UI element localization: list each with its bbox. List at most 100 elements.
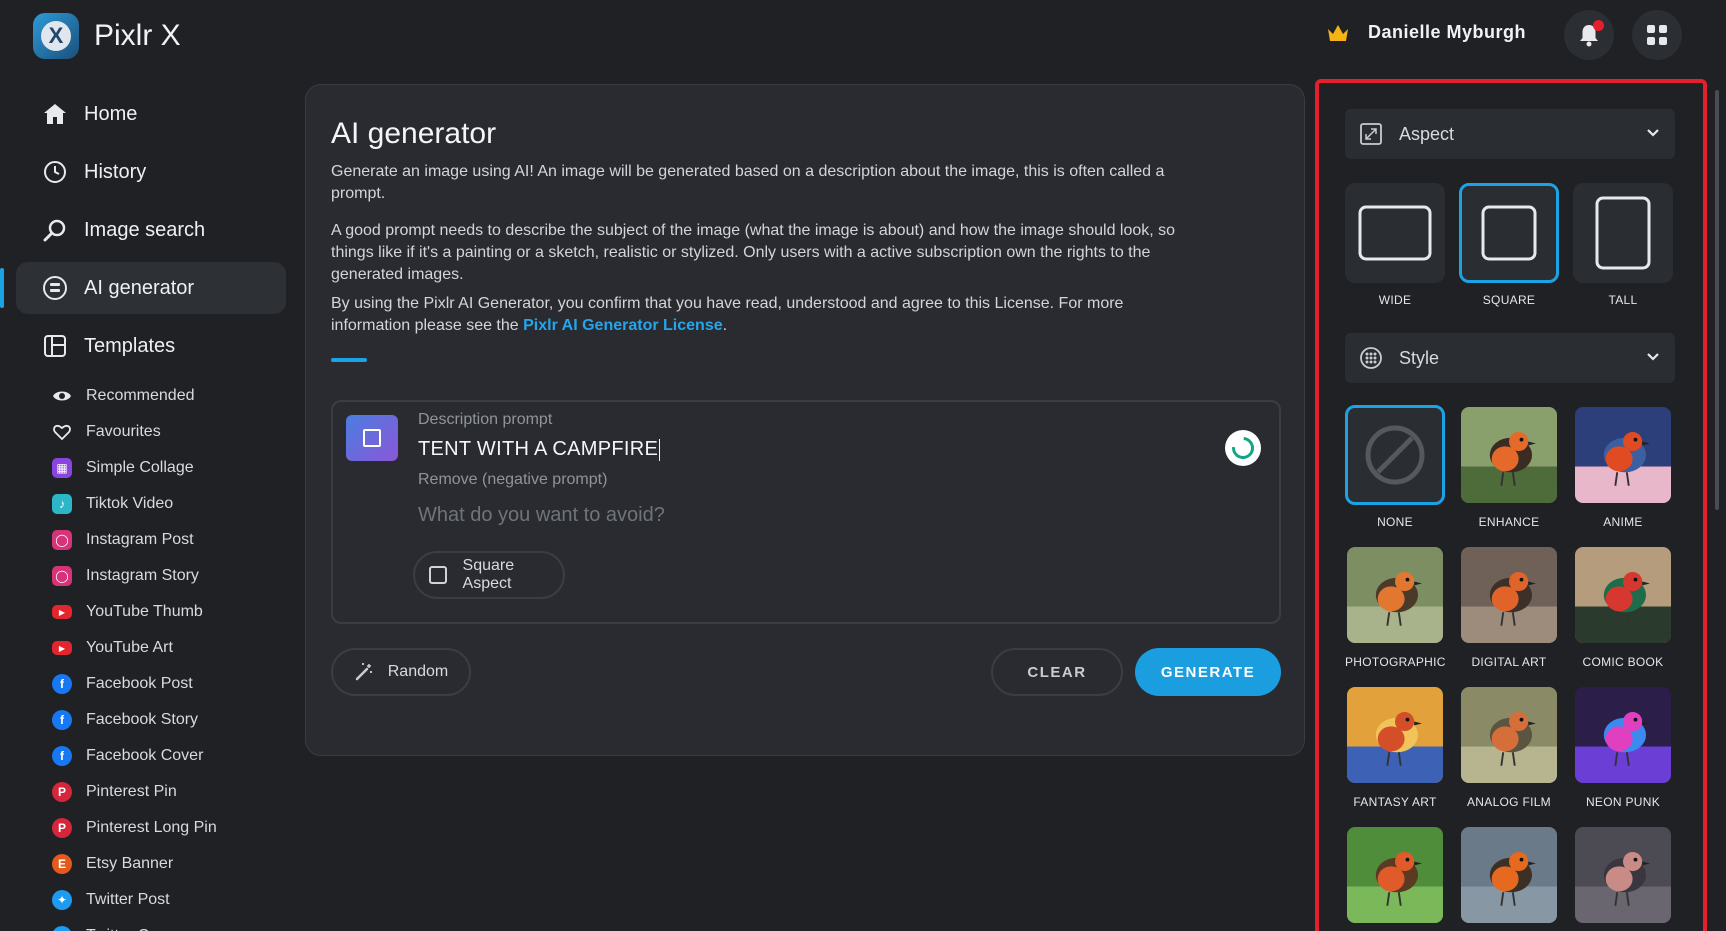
style-option[interactable] xyxy=(1345,825,1445,931)
home-icon xyxy=(42,101,68,127)
twitter-icon: ✦ xyxy=(52,890,72,910)
aspect-section-header[interactable]: Aspect xyxy=(1345,109,1675,159)
sidebar-item-label: AI generator xyxy=(84,276,195,299)
style-option[interactable]: ENHANCE xyxy=(1459,405,1559,531)
prompt-value: TENT WITH A CAMPFIRE xyxy=(418,438,659,460)
notifications-button[interactable] xyxy=(1564,10,1614,60)
template-item-label: Instagram Post xyxy=(86,531,194,548)
robin-thumbnail-image xyxy=(1459,545,1559,645)
negative-prompt-input[interactable] xyxy=(418,504,1118,527)
sidebar-item-home[interactable]: Home xyxy=(0,88,290,140)
template-item[interactable]: ◯ Instagram Post xyxy=(0,522,290,558)
prompt-thumbnail-icon[interactable] xyxy=(346,415,398,461)
facebook-icon: f xyxy=(52,710,72,730)
prompt-box: Description prompt TENT WITH A CAMPFIRE … xyxy=(331,400,1281,624)
template-item-label: Etsy Banner xyxy=(86,855,174,872)
random-label: Random xyxy=(387,663,449,680)
robin-thumbnail-image xyxy=(1573,685,1673,785)
sidebar-item-templates[interactable]: Templates xyxy=(0,320,290,372)
style-option[interactable]: DIGITAL ART xyxy=(1459,545,1559,671)
template-item-label: Pinterest Long Pin xyxy=(86,819,217,836)
style-option[interactable]: NONE xyxy=(1345,405,1445,531)
license-text: By using the Pixlr AI Generator, you con… xyxy=(331,293,1181,337)
random-button[interactable]: Random xyxy=(331,648,471,696)
style-option[interactable]: ANALOG FILM xyxy=(1459,685,1559,811)
style-option[interactable]: FANTASY ART xyxy=(1345,685,1445,811)
style-section-header[interactable]: Style xyxy=(1345,333,1675,383)
prompt-input[interactable]: TENT WITH A CAMPFIRE xyxy=(418,438,661,461)
sidebar-item-ai-generator[interactable]: AI generator xyxy=(0,262,286,314)
checkbox-icon[interactable] xyxy=(429,566,447,584)
style-label: ENHANCE xyxy=(1478,515,1540,529)
style-label: ANIME xyxy=(1603,515,1643,529)
user-account[interactable]: Danielle Myburgh xyxy=(1326,22,1526,43)
template-item[interactable]: P Pinterest Long Pin xyxy=(0,810,290,846)
template-item[interactable]: f Facebook Cover xyxy=(0,738,290,774)
aspect-option-wide[interactable]: WIDE xyxy=(1345,183,1445,307)
style-label: PHOTOGRAPHIC xyxy=(1345,655,1446,669)
style-option[interactable]: NEON PUNK xyxy=(1573,685,1673,811)
sidebar-item-label: Home xyxy=(84,102,138,125)
style-label: NEON PUNK xyxy=(1585,795,1661,809)
template-item[interactable]: f Facebook Story xyxy=(0,702,290,738)
aspect-options: WIDE SQUARE TALL xyxy=(1345,183,1673,307)
search-icon xyxy=(42,217,68,243)
template-item-label: Instagram Story xyxy=(86,567,199,584)
template-item[interactable]: f Facebook Post xyxy=(0,666,290,702)
generate-button[interactable]: GENERATE xyxy=(1135,648,1281,696)
style-label: FANTASY ART xyxy=(1353,795,1437,809)
aspect-tile-selected xyxy=(1459,183,1559,283)
template-item-label: Simple Collage xyxy=(86,459,194,476)
twitter-icon: ✦ xyxy=(52,926,72,931)
template-item[interactable]: E Etsy Banner xyxy=(0,846,290,882)
robin-thumbnail-image xyxy=(1459,685,1559,785)
settings-panel: Aspect WIDE SQUARE TALL Style NONE ENHANC… xyxy=(1315,79,1707,931)
panel-scrollbar[interactable] xyxy=(1715,90,1719,510)
app-logo[interactable]: X Pixlr X xyxy=(33,13,181,59)
text-caret xyxy=(659,438,661,461)
template-item[interactable]: ✦ Twitter Post xyxy=(0,882,290,918)
template-item[interactable]: ✦ Twitter Cover xyxy=(0,918,290,931)
instagram-icon: ◯ xyxy=(52,566,72,586)
template-item[interactable]: Recommended xyxy=(0,378,290,414)
heart-icon xyxy=(52,422,72,442)
template-item-label: Recommended xyxy=(86,387,195,404)
robin-thumbnail-image xyxy=(1573,825,1673,925)
chevron-down-icon xyxy=(1647,129,1659,137)
template-list: Recommended Favourites ▦ Simple Collage ♪ Tik… xyxy=(0,378,290,931)
apps-grid-button[interactable] xyxy=(1632,10,1682,60)
facebook-icon: f xyxy=(52,674,72,694)
license-link[interactable]: Pixlr AI Generator License xyxy=(523,317,722,334)
section-indicator xyxy=(331,358,367,362)
template-item[interactable]: ▶ YouTube Thumb xyxy=(0,594,290,630)
sidebar-item-history[interactable]: History xyxy=(0,146,290,198)
style-option[interactable]: ANIME xyxy=(1573,405,1673,531)
sidebar-item-image-search[interactable]: Image search xyxy=(0,204,290,256)
robin-thumbnail-image xyxy=(1345,685,1445,785)
template-item[interactable]: ▶ YouTube Art xyxy=(0,630,290,666)
square-aspect-label: Square Aspect xyxy=(462,557,515,592)
style-option[interactable]: PHOTOGRAPHIC xyxy=(1345,545,1445,671)
template-item[interactable]: P Pinterest Pin xyxy=(0,774,290,810)
template-item[interactable]: ▦ Simple Collage xyxy=(0,450,290,486)
template-item[interactable]: ♪ Tiktok Video xyxy=(0,486,290,522)
style-option[interactable]: COMIC BOOK xyxy=(1573,545,1673,671)
robin-thumbnail-image xyxy=(1573,545,1673,645)
page-title: AI generator xyxy=(331,117,497,150)
template-item[interactable]: ◯ Instagram Story xyxy=(0,558,290,594)
tall-aspect-icon xyxy=(1595,196,1651,270)
robin-thumbnail-image xyxy=(1573,405,1673,505)
style-label: COMIC BOOK xyxy=(1582,655,1664,669)
style-option[interactable] xyxy=(1573,825,1673,931)
template-item[interactable]: Favourites xyxy=(0,414,290,450)
aspect-option-tall[interactable]: TALL xyxy=(1573,183,1673,307)
aspect-option-square[interactable]: SQUARE xyxy=(1459,183,1559,307)
style-option[interactable] xyxy=(1459,825,1559,931)
robin-thumbnail-image xyxy=(1345,545,1445,645)
style-label: NONE xyxy=(1377,515,1413,529)
etsy-icon: E xyxy=(52,854,72,874)
square-aspect-toggle[interactable]: Square Aspect xyxy=(413,551,565,599)
grammarly-icon[interactable] xyxy=(1225,430,1261,466)
clear-button[interactable]: CLEAR xyxy=(991,648,1123,696)
template-item-label: Tiktok Video xyxy=(86,495,174,512)
